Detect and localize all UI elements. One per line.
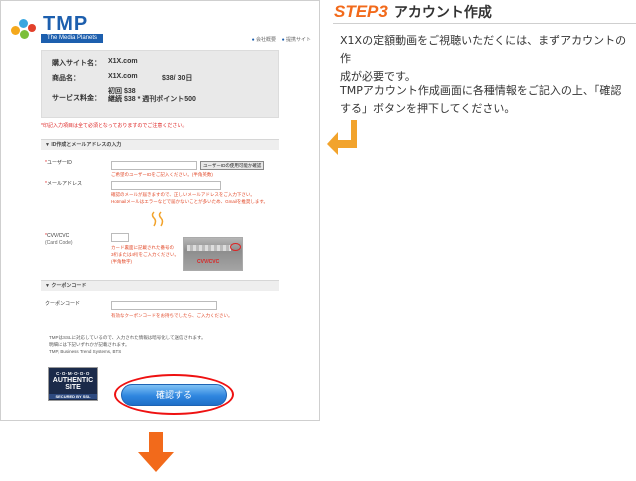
logo-text: TMP xyxy=(43,13,89,35)
link-company[interactable]: 会社概要 xyxy=(256,37,276,43)
cvv-sublabel: (Card Code) xyxy=(45,240,73,246)
step-number: STEP3 xyxy=(334,2,388,21)
bullet-icon: ● xyxy=(251,37,255,43)
step-title: アカウント作成 xyxy=(393,5,492,21)
userid-hint: ご希望のユーザーIDをご記入ください。(半角英数) xyxy=(111,172,213,177)
cvv-hint-1: カード裏面に記載された番号の xyxy=(111,245,174,250)
email-hint-1: 確認のメールが届きますので、正しいメールアドレスをご入力下さい。 xyxy=(111,192,255,197)
section-coupon: ▼ クーポンコード xyxy=(41,280,279,291)
email-input[interactable] xyxy=(111,181,221,190)
userid-input[interactable] xyxy=(111,161,197,170)
email-hint-2: Hotmailメールはエラーなどで届かないことが多いため、Gmailを推奨します… xyxy=(111,199,268,204)
required-note: *印記入力項目は全て必須となっておりますのでご注意ください。 xyxy=(41,123,188,129)
tmp-logo: TMP The Media Planets xyxy=(11,13,141,43)
product-price: $38/ 30日 xyxy=(162,75,193,82)
fee-label: サービス料金： xyxy=(52,95,101,102)
bullet-icon: ● xyxy=(281,37,285,43)
logo-subtitle: The Media Planets xyxy=(41,34,103,43)
comodo-ssl-badge: C·O·M·O·D·O AUTHENTIC SITE SECURED BY SS… xyxy=(48,367,98,401)
account-form-screenshot: TMP The Media Planets ● 会社概要 ● 提携サイト 購入サ… xyxy=(0,0,320,421)
cvv-hint-2: 3桁または4桁をご入力ください。 xyxy=(111,252,180,257)
fee-initial: 初回 $38 xyxy=(108,88,136,95)
site-name-value: X1X.com xyxy=(108,58,138,65)
arrow-left-icon xyxy=(327,120,357,155)
coupon-hint: 有効なクーポンコードをお持ちでしたら、ご入力ください。 xyxy=(111,313,233,318)
product-label: 商品名： xyxy=(52,75,80,82)
link-partner[interactable]: 提携サイト xyxy=(286,37,311,43)
cvv-input[interactable] xyxy=(111,233,129,242)
signature-stripe xyxy=(187,245,231,251)
divider xyxy=(333,23,636,24)
confirm-button[interactable]: 確認する xyxy=(121,384,227,406)
cvv-hint-3: (半角数字) xyxy=(111,259,132,264)
cvv-highlight-icon xyxy=(230,243,241,251)
omitted-fields-icon xyxy=(151,211,164,227)
coupon-label: クーポンコード xyxy=(45,301,81,307)
product-value: X1X.com xyxy=(108,73,138,80)
arrow-down-icon xyxy=(138,432,174,472)
step-heading: STEP3 アカウント作成 xyxy=(334,2,492,22)
coupon-input[interactable] xyxy=(111,301,217,310)
fee-recurring: 継続 $38 * 週刊ポイント500 xyxy=(108,96,196,103)
userid-label: *ユーザーID xyxy=(45,160,72,166)
top-links: ● 会社概要 ● 提携サイト xyxy=(252,36,311,43)
userid-check-button[interactable]: ユーザーIDの使用可能か確認 xyxy=(200,161,264,170)
cvv-label: *CVV/CVC xyxy=(45,233,70,239)
step-description-1: X1Xの定額動画をご視聴いただくには、まずアカウントの作 成が必要です。 xyxy=(340,34,627,83)
email-label: *メールアドレス xyxy=(45,181,82,187)
order-summary: 購入サイト名： X1X.com 商品名： X1X.com $38/ 30日 サー… xyxy=(41,50,279,118)
ssl-note: TMPはSSLに対応しているので、入力された情報は暗号化して送信されます。 明細… xyxy=(49,335,206,354)
logo-dots-icon xyxy=(11,19,39,41)
site-name-label: 購入サイト名： xyxy=(52,60,101,67)
section-id-email: ▼ ID作成とメールアドレスの入力 xyxy=(41,139,279,150)
step-description-2: TMPアカウント作成画面に各種情報をご記入の上、「確認 する」ボタンを押下してく… xyxy=(340,84,622,115)
card-cvv-label: CVV/CVC xyxy=(197,259,220,265)
card-back-illustration: CVV/CVC xyxy=(183,237,243,271)
